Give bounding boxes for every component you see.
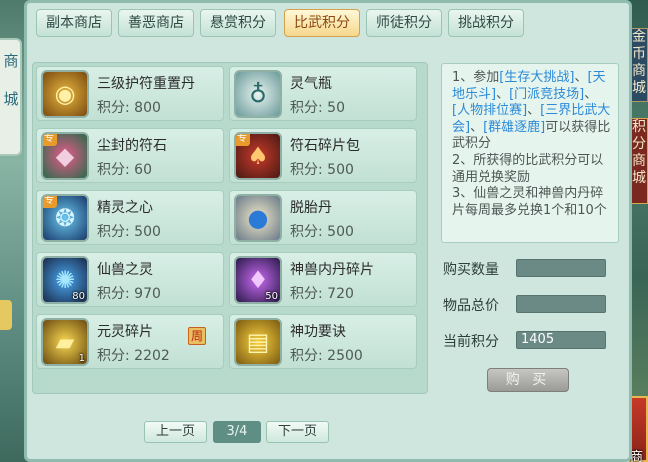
left-banner-char-2: 城 — [3, 90, 19, 108]
gold-sign-char-4: 城 — [632, 80, 646, 96]
divine-beast-core-icon: ♦ 50 — [234, 256, 282, 304]
shop-item-skill-manual[interactable]: ▤ 神功要诀 积分: 2500 — [229, 314, 417, 369]
item-price: 积分: 970 — [97, 286, 161, 302]
tab-karma-shop[interactable]: 善恶商店 — [118, 9, 194, 37]
item-price: 积分: 2500 — [290, 348, 363, 364]
item-name: 尘封的符石 — [97, 138, 167, 154]
points-sign-char-1: 积 — [632, 119, 646, 135]
item-name: 仙兽之灵 — [97, 262, 153, 278]
shop-item-rebirth-pill[interactable]: ● 脱胎丹 积分: 500 — [229, 190, 417, 245]
weekly-limit-badge: 周 — [188, 327, 206, 345]
rune-fragment-bag-icon: ♠ 专 — [234, 132, 282, 180]
item-name: 灵气瓶 — [290, 76, 332, 92]
points-mall-sign[interactable]: 积 分 商 城 — [630, 118, 648, 204]
exclusive-badge: 专 — [236, 134, 250, 146]
points-sign-char-2: 分 — [632, 136, 646, 152]
tab-bounty-points[interactable]: 悬赏积分 — [200, 9, 276, 37]
beast-spirit-icon: ✺ 80 — [41, 256, 89, 304]
current-points-label: 当前积分 — [443, 334, 499, 350]
link-survival-challenge[interactable]: [生存大挑战] — [499, 70, 574, 85]
rules-line-2: 2、所获得的比武积分可以通用兑换奖励 — [452, 152, 604, 185]
item-price: 积分: 2202 — [97, 348, 170, 364]
item-name: 脱胎丹 — [290, 200, 332, 216]
skill-manual-icon: ▤ — [234, 318, 282, 366]
left-banner-char-1: 商 — [3, 52, 19, 70]
rules-description: 1、参加[生存大挑战]、[天地乐斗]、[门派竞技场]、[人物排位赛]、[三界比武… — [441, 63, 619, 243]
elf-heart-icon: ❂ 专 — [41, 194, 89, 242]
left-mall-banner[interactable]: 商 城 — [0, 38, 22, 156]
item-count: 80 — [72, 291, 85, 302]
current-points-field: 1405 — [516, 331, 606, 349]
item-price: 积分: 500 — [290, 224, 354, 240]
item-price: 积分: 720 — [290, 286, 354, 302]
left-side-tag — [0, 300, 12, 330]
tab-mentor-points[interactable]: 师徒积分 — [366, 9, 442, 37]
buy-button[interactable]: 购 买 — [487, 368, 569, 392]
rebirth-pill-icon: ● — [234, 194, 282, 242]
shop-item-amulet-pill[interactable]: ◉ 三级护符重置丹 积分: 800 — [36, 66, 224, 121]
item-name: 元灵碎片 — [97, 324, 153, 340]
shop-item-beast-core[interactable]: ♦ 50 神兽内丹碎片 积分: 720 — [229, 252, 417, 307]
quantity-input[interactable] — [516, 259, 606, 277]
points-sign-char-3: 商 — [632, 153, 646, 169]
next-page-button[interactable]: 下一页 — [266, 421, 329, 443]
gold-sign-char-2: 币 — [632, 46, 646, 62]
shop-item-spirit-bottle[interactable]: ♁ 灵气瓶 积分: 50 — [229, 66, 417, 121]
link-heroes-contest[interactable]: [群雄逐鹿] — [483, 120, 545, 135]
rules-text: 1、参加 — [452, 70, 500, 85]
tab-dungeon-shop[interactable]: 副本商店 — [36, 9, 112, 37]
item-name: 精灵之心 — [97, 200, 153, 216]
gold-sign-char-1: 金 — [632, 29, 646, 45]
item-count: 1 — [78, 353, 85, 364]
item-name: 三级护符重置丹 — [97, 76, 195, 92]
gold-sign-char-3: 商 — [632, 63, 646, 79]
item-price: 积分: 50 — [290, 100, 345, 116]
item-name: 符石碎片包 — [290, 138, 360, 154]
item-price: 积分: 60 — [97, 162, 152, 178]
item-count: 50 — [265, 291, 278, 302]
link-ranking-match[interactable]: [人物排位赛] — [452, 103, 527, 118]
shop-item-rune-bag[interactable]: ♠ 专 符石碎片包 积分: 500 — [229, 128, 417, 183]
points-sign-char-4: 城 — [632, 170, 646, 186]
total-price-field — [516, 295, 606, 313]
amulet-pill-icon: ◉ — [41, 70, 89, 118]
tab-challenge-points[interactable]: 挑战积分 — [448, 9, 524, 37]
item-price: 积分: 800 — [97, 100, 161, 116]
quantity-label: 购买数量 — [443, 262, 499, 278]
shop-item-elf-heart[interactable]: ❂ 专 精灵之心 积分: 500 — [36, 190, 224, 245]
dusty-rune-stone-icon: ◆ 专 — [41, 132, 89, 180]
rules-line-1: 1、参加[生存大挑战]、[天地乐斗]、[门派竞技场]、[人物排位赛]、[三界比武… — [452, 70, 611, 152]
link-sect-arena[interactable]: [门派竞技场] — [509, 87, 584, 102]
spirit-bottle-icon: ♁ — [234, 70, 282, 118]
item-price: 积分: 500 — [97, 224, 161, 240]
tab-arena-points[interactable]: 比武积分 — [284, 9, 360, 37]
shop-item-beast-spirit[interactable]: ✺ 80 仙兽之灵 积分: 970 — [36, 252, 224, 307]
item-price: 积分: 500 — [290, 162, 354, 178]
item-name: 神兽内丹碎片 — [290, 262, 374, 278]
yuanling-fragment-icon: ▰ 1 — [41, 318, 89, 366]
exclusive-badge: 专 — [43, 134, 57, 146]
item-name: 神功要诀 — [290, 324, 346, 340]
prev-page-button[interactable]: 上一页 — [144, 421, 207, 443]
total-price-label: 物品总价 — [443, 298, 499, 314]
rules-line-3: 3、仙兽之灵和神兽内丹碎片每周最多兑换1个和10个 — [452, 186, 607, 218]
page-indicator: 3/4 — [213, 421, 261, 443]
gold-mall-sign[interactable]: 金 币 商 城 — [630, 28, 648, 102]
exclusive-badge: 专 — [43, 196, 57, 208]
shop-item-dusty-rune[interactable]: ◆ 专 尘封的符石 积分: 60 — [36, 128, 224, 183]
